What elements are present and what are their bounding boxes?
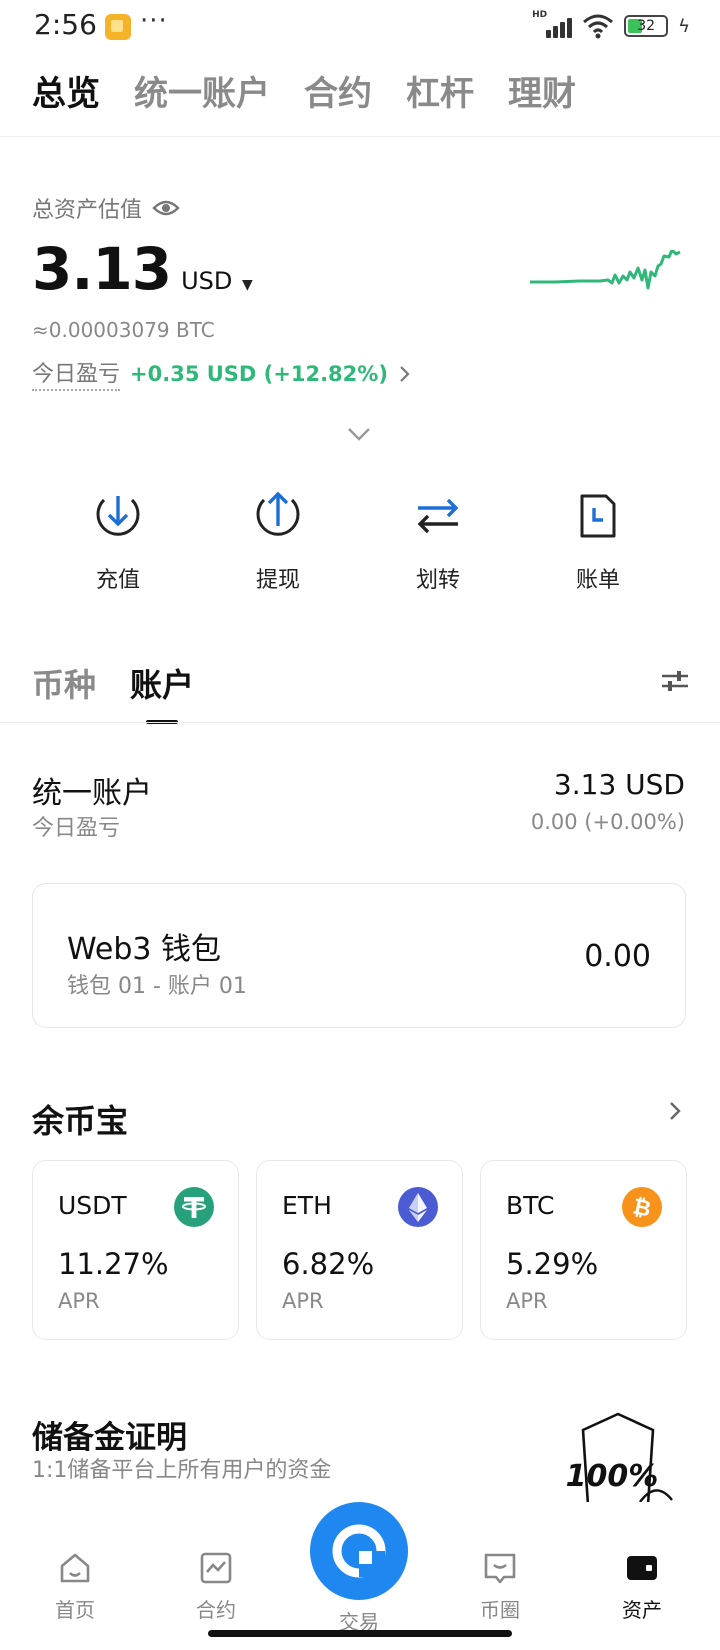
svg-text:100%: 100% bbox=[566, 1459, 659, 1494]
quick-actions: 充值 提现 划转 账单 bbox=[0, 490, 720, 594]
transfer-label: 划转 bbox=[415, 568, 460, 593]
chevron-right-icon[interactable] bbox=[668, 1100, 682, 1122]
reserve-100-badge-icon: 100% bbox=[566, 1412, 673, 1505]
divider bbox=[0, 722, 720, 723]
trade-button[interactable] bbox=[310, 1502, 408, 1600]
nav-futures-label: 合约 bbox=[196, 1598, 236, 1622]
earn-products: USDT 11.27% APR ETH 6.82% APR BTC ₿ 5.29… bbox=[32, 1160, 687, 1340]
expand-chevron-icon[interactable] bbox=[346, 426, 372, 442]
unified-account-change: 0.00 (+0.00%) bbox=[530, 810, 685, 834]
nav-assets[interactable]: 资产 bbox=[592, 1550, 692, 1623]
web3-wallet-value: 0.00 bbox=[584, 939, 651, 974]
total-assets-label: 总资产估值 bbox=[32, 192, 180, 224]
tab-unified-account[interactable]: 统一账户 bbox=[134, 66, 270, 115]
unified-account-pnl-label: 今日盈亏 bbox=[32, 816, 121, 841]
bottom-navigation: 首页 合约 交易 币圈 资产 bbox=[0, 1502, 720, 1650]
notes-app-icon bbox=[105, 14, 131, 40]
coin-name: BTC bbox=[506, 1191, 555, 1220]
filter-settings-icon[interactable] bbox=[660, 668, 690, 694]
eth-icon bbox=[398, 1187, 438, 1227]
tab-futures[interactable]: 合约 bbox=[304, 66, 372, 115]
home-icon bbox=[60, 1553, 90, 1583]
nav-home[interactable]: 首页 bbox=[25, 1550, 125, 1623]
balance-sparkline bbox=[530, 250, 681, 290]
btc-equivalent: ≈0.00003079 BTC bbox=[32, 318, 215, 342]
top-tabs: 总览 统一账户 合约 杠杆 理财 bbox=[32, 66, 576, 115]
earn-card-eth[interactable]: ETH 6.82% APR bbox=[256, 1160, 463, 1340]
coin-apr-rate: 5.29% bbox=[506, 1247, 599, 1281]
nav-community[interactable]: 币圈 bbox=[450, 1550, 550, 1623]
coin-name: ETH bbox=[282, 1191, 332, 1220]
unified-account-value: 3.13 USD bbox=[553, 768, 685, 801]
apr-label: APR bbox=[506, 1289, 548, 1313]
home-indicator[interactable] bbox=[208, 1630, 512, 1637]
earn-card-btc[interactable]: BTC ₿ 5.29% APR bbox=[480, 1160, 687, 1340]
withdraw-label: 提现 bbox=[255, 568, 300, 593]
futures-icon bbox=[200, 1552, 232, 1584]
tab-finance[interactable]: 理财 bbox=[508, 66, 576, 115]
community-icon bbox=[484, 1553, 516, 1584]
tab-coins[interactable]: 币种 bbox=[32, 660, 96, 706]
trade-icon bbox=[332, 1524, 386, 1578]
earn-section-title: 余币宝 bbox=[32, 1102, 129, 1140]
nav-futures[interactable]: 合约 bbox=[166, 1550, 266, 1623]
coin-name: USDT bbox=[58, 1191, 127, 1220]
wallet-icon bbox=[627, 1556, 657, 1580]
wifi-icon bbox=[583, 14, 614, 39]
balance-value: 3.13 bbox=[32, 235, 172, 303]
total-assets-text: 总资产估值 bbox=[32, 198, 143, 223]
nav-home-label: 首页 bbox=[55, 1598, 95, 1622]
web3-wallet-card[interactable]: Web3 钱包 钱包 01 - 账户 01 0.00 bbox=[32, 883, 686, 1028]
web3-wallet-account: 钱包 01 - 账户 01 bbox=[67, 974, 247, 999]
tab-accounts[interactable]: 账户 bbox=[130, 660, 194, 724]
transfer-icon bbox=[417, 498, 459, 534]
bill-button[interactable]: 账单 bbox=[518, 490, 678, 594]
battery-icon: 32 bbox=[624, 15, 669, 37]
caret-down-icon: ▼ bbox=[242, 277, 253, 293]
nav-community-label: 币圈 bbox=[480, 1598, 520, 1622]
chevron-right-icon bbox=[400, 365, 410, 382]
deposit-button[interactable]: 充值 bbox=[38, 490, 198, 594]
usdt-icon bbox=[174, 1187, 214, 1227]
balance: 3.13 USD ▼ bbox=[32, 235, 253, 303]
tab-margin[interactable]: 杠杆 bbox=[406, 66, 474, 115]
currency-selector[interactable]: USD ▼ bbox=[181, 267, 253, 295]
status-indicators: HD 32 ϟ bbox=[532, 10, 690, 40]
today-pnl-label: 今日盈亏 bbox=[32, 356, 121, 391]
apr-label: APR bbox=[58, 1289, 100, 1313]
divider bbox=[0, 136, 720, 137]
eye-icon[interactable] bbox=[152, 198, 180, 218]
cellular-signal-icon: HD bbox=[532, 10, 573, 40]
earn-card-usdt[interactable]: USDT 11.27% APR bbox=[32, 1160, 239, 1340]
web3-wallet-title: Web3 钱包 bbox=[67, 932, 222, 967]
coin-apr-rate: 11.27% bbox=[58, 1247, 169, 1281]
coin-apr-rate: 6.82% bbox=[282, 1247, 375, 1281]
currency-label: USD bbox=[181, 267, 233, 295]
nav-assets-label: 资产 bbox=[622, 1598, 662, 1622]
status-bar: 2:56 ··· HD 32 ϟ bbox=[0, 0, 720, 52]
unified-account-title: 统一账户 bbox=[32, 776, 152, 811]
reserve-subtitle: 1:1储备平台上所有用户的资金 bbox=[32, 1458, 332, 1483]
today-pnl-value: +0.35 USD (+12.82%) bbox=[130, 361, 388, 386]
charging-icon: ϟ bbox=[678, 15, 690, 37]
transfer-button[interactable]: 划转 bbox=[358, 490, 518, 594]
deposit-label: 充值 bbox=[95, 568, 140, 593]
more-notifications-icon: ··· bbox=[140, 6, 168, 36]
apr-label: APR bbox=[282, 1289, 324, 1313]
section-tabs: 币种 账户 bbox=[32, 660, 194, 724]
withdraw-button[interactable]: 提现 bbox=[198, 490, 358, 594]
reserve-title: 储备金证明 bbox=[32, 1420, 187, 1456]
btc-icon: ₿ bbox=[622, 1187, 662, 1227]
bill-label: 账单 bbox=[575, 568, 620, 593]
withdraw-icon bbox=[256, 491, 300, 536]
tab-overview[interactable]: 总览 bbox=[32, 66, 100, 115]
bill-icon bbox=[580, 494, 616, 538]
deposit-icon bbox=[96, 496, 140, 536]
status-time: 2:56 bbox=[34, 8, 97, 41]
today-pnl-row[interactable]: 今日盈亏 +0.35 USD (+12.82%) bbox=[32, 356, 412, 391]
